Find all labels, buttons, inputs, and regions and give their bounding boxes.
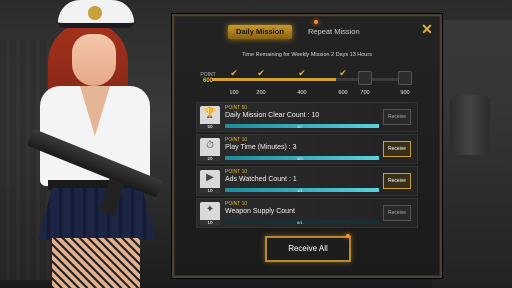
tab-repeat-mission[interactable]: Repeat Mission [300, 25, 368, 39]
milestone-label: 200 [256, 90, 266, 96]
mission-progress-text: 0/1 [297, 220, 303, 225]
receive-button[interactable]: Receive [383, 205, 411, 221]
mission-progress-bar [225, 124, 379, 128]
video-icon: ▶ 10 [200, 170, 220, 193]
mission-title: Play Time (Minutes) : 3 [225, 144, 297, 151]
mission-title: Ads Watched Count : 1 [225, 176, 297, 183]
milestone-check-icon: ✔ [230, 68, 238, 78]
background-tank [450, 95, 490, 155]
character-legs [52, 238, 140, 288]
cap-badge-icon [88, 6, 102, 20]
milestone-reward-slot[interactable] [358, 71, 372, 85]
character-skirt [38, 188, 156, 240]
receive-all-button[interactable]: Receive All [265, 236, 351, 262]
character-face [72, 34, 116, 86]
milestone-label: 900 [400, 90, 410, 96]
reward-amount: 10 [200, 220, 220, 225]
milestone-check-icon: ✔ [257, 68, 265, 78]
mission-point: POINT 10 [225, 169, 248, 175]
milestone-check-icon: ✔ [339, 68, 347, 78]
mission-progress-text: 1/1 [297, 188, 303, 193]
mission-row: ⏱ 20 POINT 10 Play Time (Minutes) : 3 3/3… [196, 134, 418, 164]
mission-list[interactable]: 🏆 50 POINT 50 Daily Mission Clear Count :… [196, 102, 418, 230]
mission-title: Daily Mission Clear Count : 10 [225, 112, 320, 119]
mission-progress-text: 10 [297, 124, 302, 129]
trophy-icon: 🏆 50 [200, 106, 220, 129]
receive-button[interactable]: Receive [383, 109, 411, 125]
milestone-check-icon: ✔ [298, 68, 306, 78]
receive-button[interactable]: Receive [383, 141, 411, 157]
reward-amount: 20 [200, 156, 220, 161]
milestone-label: 100 [229, 90, 239, 96]
receive-button[interactable]: Receive [383, 173, 411, 189]
tab-daily-mission[interactable]: Daily Mission [228, 25, 292, 39]
spark-effect [314, 20, 318, 24]
time-remaining: Time Remaining for Weekly Mission 2 Days… [242, 52, 372, 58]
milestone-label: 400 [297, 90, 307, 96]
mission-row: ▶ 10 POINT 10 Ads Watched Count : 1 1/1 R… [196, 166, 418, 196]
mission-progress-text: 3/3 [297, 156, 303, 161]
mission-point: POINT 10 [225, 137, 248, 143]
milestone-reward-slot[interactable] [398, 71, 412, 85]
reward-amount: 50 [200, 124, 220, 129]
mission-point: POINT 50 [225, 105, 248, 111]
milestone-label: 600 [338, 90, 348, 96]
clock-icon: ⏱ 20 [200, 138, 220, 161]
spark-effect [346, 234, 350, 238]
mission-row: ✦ 10 POINT 10 Weapon Supply Count 0/1 Rec… [196, 198, 418, 228]
close-icon[interactable]: ✕ [420, 22, 434, 36]
mission-panel: Daily Mission Repeat Mission ✕ Time Rema… [172, 14, 442, 278]
supply-icon: ✦ 10 [200, 202, 220, 225]
mission-row: 🏆 50 POINT 50 Daily Mission Clear Count :… [196, 102, 418, 132]
mission-point: POINT 10 [225, 201, 248, 207]
milestone-label: 700 [360, 90, 370, 96]
mission-title: Weapon Supply Count [225, 208, 295, 215]
character-illustration [0, 0, 190, 288]
reward-amount: 10 [200, 188, 220, 193]
milestone-track: POINT 600 ✔ ✔ ✔ ✔ 100 200 400 600 700 90… [198, 66, 414, 100]
mission-tabs: Daily Mission Repeat Mission [228, 24, 368, 40]
mission-progress-fill [225, 124, 379, 128]
